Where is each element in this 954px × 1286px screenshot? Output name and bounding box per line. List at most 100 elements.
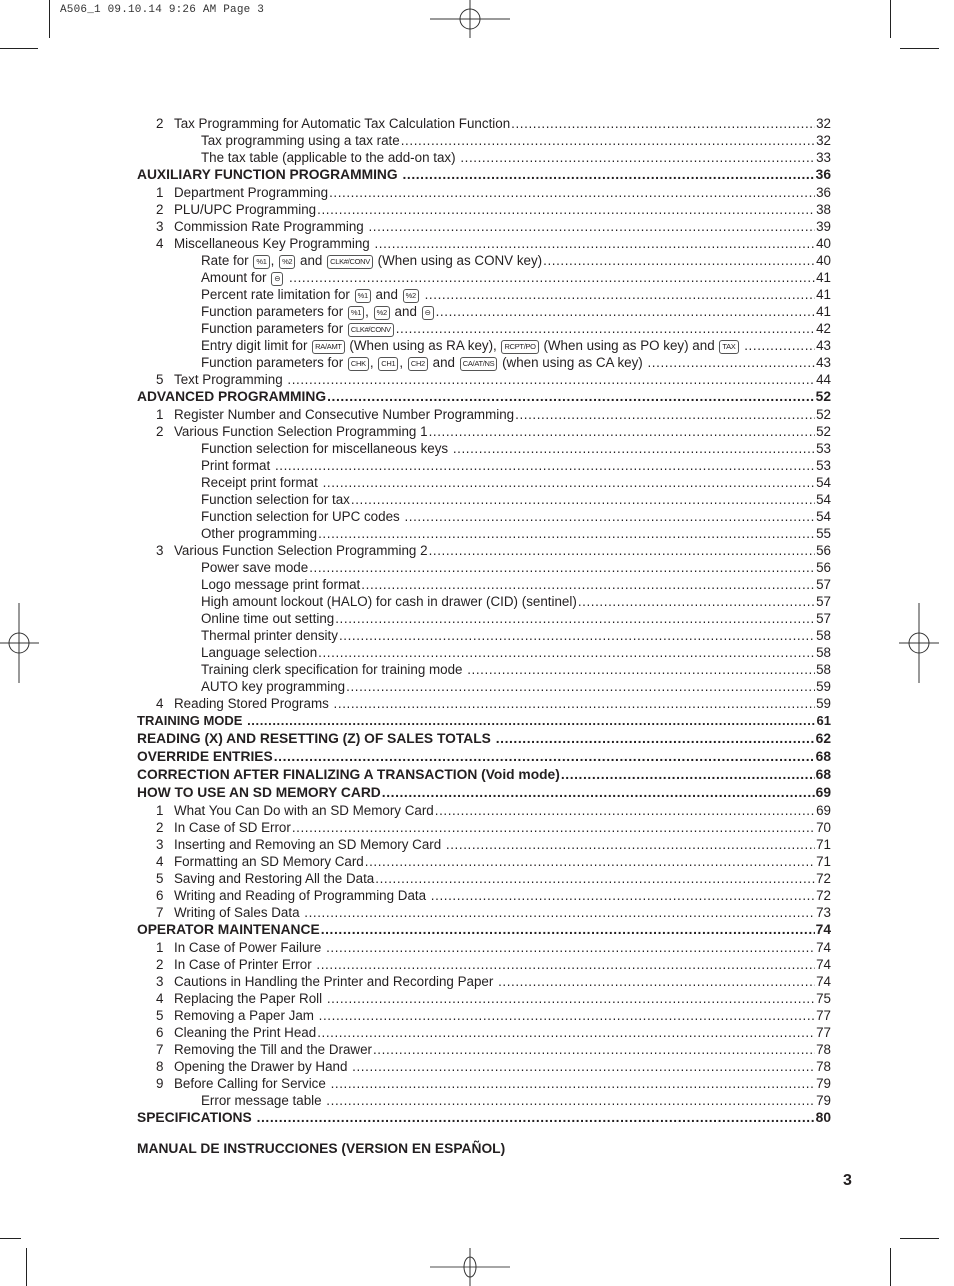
toc-entry[interactable]: 5 Saving and Restoring All the Data 72 — [137, 870, 831, 887]
toc-text: Function selection for miscellaneous key… — [201, 441, 452, 456]
toc-entry[interactable]: 2 Various Function Selection Programming … — [137, 423, 831, 440]
toc-entry[interactable]: 3 Cautions in Handling the Printer and Re… — [137, 973, 831, 990]
toc-entry[interactable]: 1 Register Number and Consecutive Number … — [137, 406, 831, 423]
toc-entry[interactable]: Thermal printer density 58 — [137, 627, 831, 644]
toc-section-heading[interactable]: AUXILIARY FUNCTION PROGRAMMING 36 — [137, 166, 831, 184]
toc-entry[interactable]: 5 Text Programming 44 — [137, 371, 831, 388]
toc-text: Error message table — [201, 1093, 326, 1108]
toc-entry[interactable]: 9 Before Calling for Service 79 — [137, 1075, 831, 1092]
toc-entry[interactable]: 8 Opening the Drawer by Hand 78 — [137, 1058, 831, 1075]
toc-entry[interactable]: 4 Reading Stored Programs 59 — [137, 695, 831, 712]
toc-entry[interactable]: 3 Inserting and Removing an SD Memory Car… — [137, 836, 831, 853]
toc-entry[interactable]: Function selection for tax 54 — [137, 491, 831, 508]
toc-entry[interactable]: 5 Removing a Paper Jam 77 — [137, 1007, 831, 1024]
toc-entry[interactable]: Print format 53 — [137, 457, 831, 474]
toc-entry-title: Miscellaneous Key Programming — [174, 235, 373, 252]
toc-entry[interactable]: 6 Writing and Reading of Programming Data… — [137, 887, 831, 904]
toc-entry[interactable]: AUTO key programming 59 — [137, 678, 831, 695]
toc-entry[interactable]: 6 Cleaning the Print Head 77 — [137, 1024, 831, 1041]
dot-leader — [339, 627, 815, 644]
toc-entry[interactable]: Function parameters for CHK, CH1, CH2 an… — [137, 354, 831, 371]
toc-text: and — [296, 253, 327, 268]
toc-section-heading[interactable]: READING (X) AND RESETTING (Z) OF SALES T… — [137, 730, 831, 748]
dot-leader — [429, 423, 816, 440]
toc-page-number: 78 — [816, 1059, 831, 1074]
registration-mark-left — [0, 603, 39, 683]
page-number: 3 — [843, 1172, 852, 1189]
toc-section-heading[interactable]: SPECIFICATIONS 80 — [137, 1109, 831, 1127]
toc-entry[interactable]: 3 Commission Rate Programming 39 — [137, 218, 831, 235]
toc-entry[interactable]: High amount lockout (HALO) for cash in d… — [137, 593, 831, 610]
toc-entry-title: TRAINING MODE — [137, 712, 246, 730]
toc-text: AUXILIARY FUNCTION PROGRAMMING — [137, 167, 402, 182]
toc-text: Cautions in Handling the Printer and Rec… — [174, 974, 498, 989]
toc-entry[interactable]: Logo message print format 57 — [137, 576, 831, 593]
dot-leader — [274, 748, 815, 766]
toc-section-heading[interactable]: ADVANCED PROGRAMMING 52 — [137, 388, 831, 406]
toc-entry[interactable]: Other programming 55 — [137, 525, 831, 542]
toc-entry[interactable]: Function selection for miscellaneous key… — [137, 440, 831, 457]
toc-entry[interactable]: Percent rate limitation for %1 and %2 41 — [137, 286, 831, 303]
dot-leader — [257, 1109, 815, 1127]
toc-entry[interactable]: Power save mode 56 — [137, 559, 831, 576]
toc-entry-title: Function parameters for CLK#/CONV — [201, 320, 395, 337]
toc-entry-title: AUXILIARY FUNCTION PROGRAMMING — [137, 166, 401, 184]
toc-text: Function selection for UPC codes — [201, 509, 404, 524]
toc-entry[interactable]: Training clerk specification for trainin… — [137, 661, 831, 678]
toc-entry-number: 2 — [156, 957, 164, 972]
toc-entry[interactable]: Function parameters for CLK#/CONV 42 — [137, 320, 831, 337]
toc-section-heading[interactable]: OVERRIDE ENTRIES 68 — [137, 748, 831, 766]
toc-text: HOW TO USE AN SD MEMORY CARD — [137, 785, 381, 800]
toc-entry-title: Rate for %1, %2 and CLK#/CONV (When usin… — [201, 252, 542, 269]
toc-entry-number: 5 — [156, 1008, 164, 1023]
toc-page-number: 43 — [816, 338, 831, 353]
toc-page-number: 62 — [815, 731, 831, 746]
toc-entry-number: 3 — [156, 543, 164, 558]
toc-entry[interactable]: Tax programming using a tax rate 32 — [137, 132, 831, 149]
toc-entry-title: Power save mode — [201, 559, 308, 576]
toc-entry[interactable]: 2 In Case of Printer Error 74 — [137, 956, 831, 973]
toc-section-heading[interactable]: HOW TO USE AN SD MEMORY CARD 69 — [137, 784, 831, 802]
toc-page-number: 58 — [816, 662, 831, 677]
toc-text: Removing a Paper Jam — [174, 1008, 318, 1023]
toc-entry[interactable]: Function parameters for %1, %2 and ⊖ 41 — [137, 303, 831, 320]
toc-page-number: 59 — [816, 679, 831, 694]
toc-entry[interactable]: 1 Department Programming 36 — [137, 184, 831, 201]
toc-entry[interactable]: 4 Miscellaneous Key Programming 40 — [137, 235, 831, 252]
toc-entry[interactable]: 7 Removing the Till and the Drawer 78 — [137, 1041, 831, 1058]
toc-page-number: 61 — [816, 713, 831, 728]
toc-entry[interactable]: Receipt print format 54 — [137, 474, 831, 491]
toc-entry[interactable]: 4 Replacing the Paper Roll 75 — [137, 990, 831, 1007]
toc-section-heading[interactable]: TRAINING MODE 61 — [137, 712, 831, 730]
toc-entry[interactable]: 1 What You Can Do with an SD Memory Card 6… — [137, 802, 831, 819]
toc-page-number: 74 — [816, 974, 831, 989]
toc-entry[interactable]: Online time out setting 57 — [137, 610, 831, 627]
toc-entry-number: 1 — [156, 185, 164, 200]
toc-entry[interactable]: Error message table 79 — [137, 1092, 831, 1109]
toc-entry[interactable]: 1 In Case of Power Failure 74 — [137, 939, 831, 956]
dot-leader — [289, 269, 815, 286]
toc-entry[interactable]: Function selection for UPC codes 54 — [137, 508, 831, 525]
toc-entry-title: Before Calling for Service — [174, 1075, 330, 1092]
toc-entry[interactable]: 3 Various Function Selection Programming … — [137, 542, 831, 559]
toc-text: Power save mode — [201, 560, 309, 575]
toc-entry-title: Error message table — [201, 1092, 325, 1109]
toc-page-number: 71 — [816, 837, 831, 852]
toc-section-heading[interactable]: CORRECTION AFTER FINALIZING A TRANSACTIO… — [137, 766, 831, 784]
toc-entry[interactable]: 7 Writing of Sales Data 73 — [137, 904, 831, 921]
toc-entry[interactable]: Entry digit limit for RA/AMT (When using… — [137, 337, 831, 354]
toc-page-number: 41 — [816, 287, 831, 302]
key-symbol-icon: CH1 — [378, 357, 399, 371]
toc-entry[interactable]: 4 Formatting an SD Memory Card 71 — [137, 853, 831, 870]
toc-entry[interactable]: Language selection 58 — [137, 644, 831, 661]
toc-text: Register Number and Consecutive Number P… — [174, 407, 515, 422]
toc-entry[interactable]: 2 PLU/UPC Programming 38 — [137, 201, 831, 218]
toc-entry[interactable]: 2 Tax Programming for Automatic Tax Calcu… — [137, 115, 831, 132]
toc-section-heading[interactable]: OPERATOR MAINTENANCE 74 — [137, 921, 831, 939]
toc-entry[interactable]: 2 In Case of SD Error 70 — [137, 819, 831, 836]
toc-entry-number: 1 — [156, 803, 164, 818]
dot-leader — [326, 939, 815, 956]
toc-entry[interactable]: Amount for ⊖ 41 — [137, 269, 831, 286]
toc-entry[interactable]: Rate for %1, %2 and CLK#/CONV (When usin… — [137, 252, 831, 269]
toc-entry[interactable]: The tax table (applicable to the add-on … — [137, 149, 831, 166]
